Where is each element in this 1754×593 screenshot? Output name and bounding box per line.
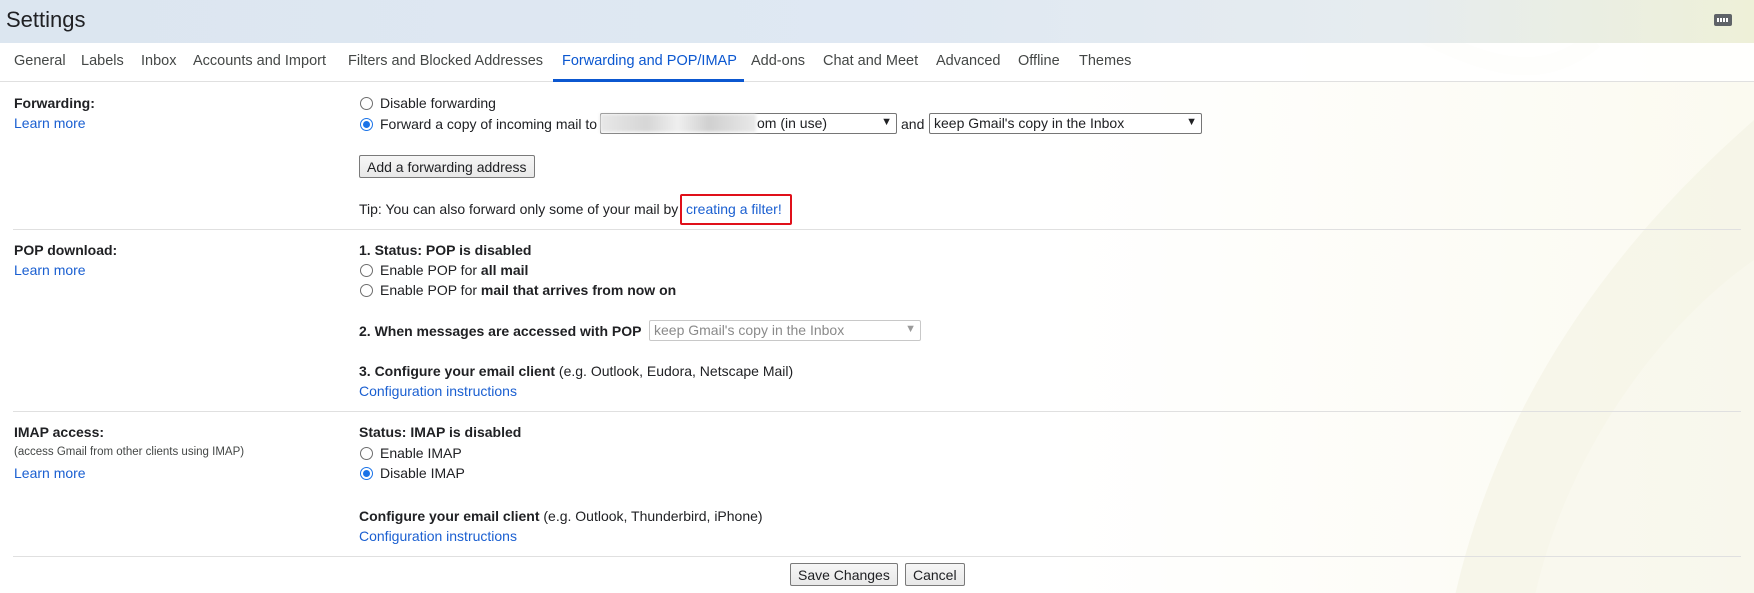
pop-accessed-label: 2. When messages are accessed with POP bbox=[359, 323, 642, 339]
imap-learn-more-link[interactable]: Learn more bbox=[14, 465, 86, 481]
pop-configuration-instructions-link[interactable]: Configuration instructions bbox=[359, 383, 517, 399]
forwarding-label: Forwarding: bbox=[14, 95, 95, 111]
enable-imap-label: Enable IMAP bbox=[380, 445, 462, 461]
keyboard-icon[interactable] bbox=[1714, 14, 1732, 26]
forwarding-action-select[interactable]: keep Gmail's copy in the Inbox ▼ bbox=[929, 113, 1202, 134]
section-divider bbox=[13, 556, 1741, 557]
forwarding-tip-text: Tip: You can also forward only some of y… bbox=[359, 201, 679, 217]
disable-imap-label: Disable IMAP bbox=[380, 465, 465, 481]
imap-configure-text: Configure your email client (e.g. Outloo… bbox=[359, 508, 763, 524]
disable-forwarding-label: Disable forwarding bbox=[380, 95, 496, 111]
pop-status: 1. Status: POP is disabled bbox=[359, 242, 532, 258]
highlight-box bbox=[680, 194, 792, 225]
tab-offline[interactable]: Offline bbox=[1018, 53, 1060, 69]
section-divider bbox=[13, 229, 1741, 230]
enable-pop-now-radio[interactable] bbox=[360, 284, 373, 297]
forwarding-action-value: keep Gmail's copy in the Inbox bbox=[934, 115, 1125, 131]
enable-pop-now-label: Enable POP for mail that arrives from no… bbox=[380, 282, 677, 298]
active-tab-indicator bbox=[553, 79, 744, 82]
chevron-down-icon: ▼ bbox=[1186, 116, 1197, 128]
settings-header: Settings bbox=[0, 0, 1754, 43]
theme-background-leaf bbox=[1389, 11, 1754, 593]
tab-labels[interactable]: Labels bbox=[81, 53, 124, 69]
tab-inbox[interactable]: Inbox bbox=[141, 53, 176, 69]
pop-configure-text: 3. Configure your email client (e.g. Out… bbox=[359, 363, 794, 379]
enable-pop-all-label: Enable POP for all mail bbox=[380, 262, 529, 278]
disable-forwarding-radio[interactable] bbox=[360, 97, 373, 110]
page-title: Settings bbox=[6, 7, 86, 32]
chevron-down-icon: ▼ bbox=[905, 323, 916, 335]
and-text: and bbox=[901, 116, 925, 132]
pop-download-label: POP download: bbox=[14, 242, 118, 258]
settings-tabs: General Labels Inbox Accounts and Import… bbox=[0, 43, 1754, 82]
imap-status: Status: IMAP is disabled bbox=[359, 424, 522, 440]
imap-configuration-instructions-link[interactable]: Configuration instructions bbox=[359, 528, 517, 544]
save-changes-button[interactable]: Save Changes bbox=[790, 563, 898, 586]
tab-forwarding-and-pop-imap[interactable]: Forwarding and POP/IMAP bbox=[562, 53, 737, 69]
pop-learn-more-link[interactable]: Learn more bbox=[14, 262, 86, 278]
tab-chat-and-meet[interactable]: Chat and Meet bbox=[823, 53, 918, 69]
tab-filters-and-blocked-addresses[interactable]: Filters and Blocked Addresses bbox=[348, 53, 543, 69]
section-divider bbox=[13, 411, 1741, 412]
forwarding-learn-more-link[interactable]: Learn more bbox=[14, 115, 86, 131]
tab-general[interactable]: General bbox=[14, 53, 66, 69]
cancel-button[interactable]: Cancel bbox=[905, 563, 965, 586]
enable-imap-radio[interactable] bbox=[360, 447, 373, 460]
tab-advanced[interactable]: Advanced bbox=[936, 53, 1001, 69]
chevron-down-icon: ▼ bbox=[881, 116, 892, 128]
tab-accounts-and-import[interactable]: Accounts and Import bbox=[193, 53, 326, 69]
forward-copy-label: Forward a copy of incoming mail to bbox=[380, 116, 598, 132]
forward-copy-radio[interactable] bbox=[360, 118, 373, 131]
add-forwarding-address-button[interactable]: Add a forwarding address bbox=[359, 155, 535, 178]
enable-pop-all-radio[interactable] bbox=[360, 264, 373, 277]
pop-accessed-value: keep Gmail's copy in the Inbox bbox=[654, 322, 845, 338]
pop-accessed-select[interactable]: keep Gmail's copy in the Inbox ▼ bbox=[649, 320, 921, 341]
tab-themes[interactable]: Themes bbox=[1079, 53, 1131, 69]
redacted-email-address bbox=[600, 114, 756, 132]
disable-imap-radio[interactable] bbox=[360, 467, 373, 480]
imap-access-sublabel: (access Gmail from other clients using I… bbox=[14, 446, 245, 458]
imap-access-label: IMAP access: bbox=[14, 424, 105, 440]
tab-add-ons[interactable]: Add-ons bbox=[751, 53, 805, 69]
